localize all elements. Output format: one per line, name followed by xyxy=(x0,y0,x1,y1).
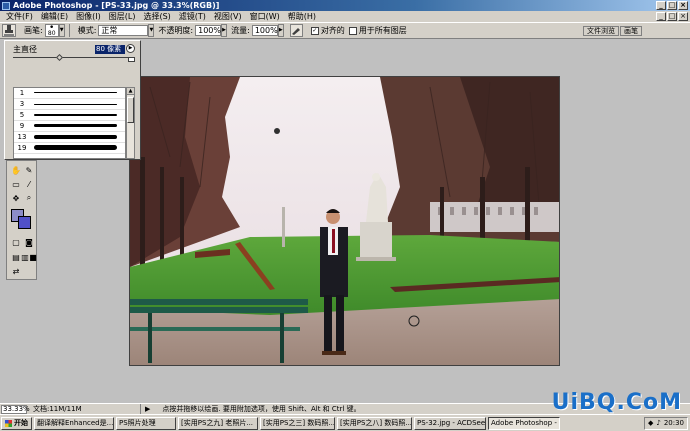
flow-label: 流量: xyxy=(231,26,250,35)
volume-icon[interactable]: ♪ xyxy=(656,418,660,429)
zoom-field[interactable]: 33.33% xyxy=(1,404,30,414)
taskbar: 开始 翻译解释Enhanced是... PS照片处理 [实用PS之九] 老照片.… xyxy=(0,414,690,431)
pan-tool-icon[interactable]: ✥ xyxy=(10,192,22,204)
quick-mask-icon[interactable]: ◙ xyxy=(23,236,35,248)
menu-bar: 文件(F) 编辑(E) 图像(I) 图层(L) 选择(S) 滤镜(T) 视图(V… xyxy=(0,11,690,22)
full-screen-icon[interactable]: ■ xyxy=(27,251,39,263)
separator xyxy=(68,24,70,37)
diameter-value-field[interactable]: 80 像素 xyxy=(95,44,125,54)
taskbar-item[interactable]: PS照片处理 xyxy=(116,416,176,430)
opacity-arrow-icon[interactable]: ▶ xyxy=(221,24,228,37)
menu-view[interactable]: 视图(V) xyxy=(210,11,246,22)
start-button[interactable]: 开始 xyxy=(1,416,32,430)
aligned-label: 对齐的 xyxy=(320,26,345,35)
brush-label: 画笔: xyxy=(24,26,43,35)
watermark-logo: UiBQ.CoM xyxy=(551,390,682,415)
panel-menu-button[interactable]: ▶ xyxy=(126,44,135,53)
clone-source-marker-icon xyxy=(274,128,280,134)
new-preset-button[interactable] xyxy=(128,57,135,62)
airbrush-icon[interactable] xyxy=(289,24,303,37)
zoom-tool-icon[interactable]: ✎ xyxy=(23,164,35,176)
title-bar: Adobe Photoshop - [PS-33.jpg @ 33.3%(RGB… xyxy=(0,0,690,11)
close-button[interactable]: × xyxy=(678,1,688,10)
hand-tool-icon[interactable]: ▭ xyxy=(10,178,22,190)
brush-item[interactable]: 5 xyxy=(14,110,125,121)
standard-mode-icon[interactable]: ▢ xyxy=(10,236,22,248)
opacity-label: 不透明度: xyxy=(158,26,194,35)
options-bar: 画笔: • 80 ▼ 模式: 正常 ▼ 不透明度: 100% ▶ 流量: 100… xyxy=(0,22,690,39)
status-hint: 点按并拖移以绘画. 要用附加选项，使用 Shift、Alt 和 Ctrl 键。 xyxy=(162,405,361,413)
brush-picker-panel: 主直径 80 像素 ▶ 1 3 5 9 13 19 ▲ xyxy=(4,40,141,160)
toolbox: ✋ ✎ ▭ ⁄ ✥ ⌕ ▢ ◙ ▤ ▥ ■ ⇄ xyxy=(6,160,37,280)
window-controls: _ □ × xyxy=(656,1,688,10)
flow-field[interactable]: 100% xyxy=(251,25,278,36)
system-tray: ◆ ♪ 20:30 xyxy=(643,417,688,430)
brush-item[interactable]: 3 xyxy=(14,99,125,110)
taskbar-item[interactable]: 翻译解释Enhanced是... xyxy=(34,416,114,430)
photoshop-icon xyxy=(2,1,10,10)
window-title: Adobe Photoshop - [PS-33.jpg @ 33.3%(RGB… xyxy=(13,1,220,10)
tab-brushes[interactable]: 画笔 xyxy=(620,26,642,36)
all-layers-checkbox[interactable] xyxy=(348,26,357,35)
taskbar-item[interactable]: [实用PS之三] 数码照... xyxy=(260,416,335,430)
lasso-tool-icon[interactable]: ✋ xyxy=(10,164,22,176)
brush-item[interactable]: 9 xyxy=(14,121,125,132)
park-photo xyxy=(130,77,559,365)
doc-close-button[interactable]: × xyxy=(678,12,688,21)
palette-well: 文件浏览 画笔 xyxy=(583,26,642,36)
taskbar-item-active[interactable]: Adobe Photoshop - [PS... xyxy=(488,416,560,430)
brush-dropdown-arrow-icon[interactable]: ▼ xyxy=(58,24,65,37)
brush-item[interactable]: 1 xyxy=(14,88,125,99)
mode-label: 模式: xyxy=(77,26,97,35)
tab-file-browser[interactable]: 文件浏览 xyxy=(583,26,619,36)
menu-file[interactable]: 文件(F) xyxy=(2,11,37,22)
clone-stamp-tool-icon[interactable] xyxy=(2,24,16,37)
minimize-button[interactable]: _ xyxy=(656,1,666,10)
menu-layer[interactable]: 图层(L) xyxy=(105,11,140,22)
windows-logo-icon xyxy=(5,419,12,427)
brush-list: 1 3 5 9 13 19 xyxy=(13,87,126,159)
brush-preview[interactable]: • 80 xyxy=(44,24,59,37)
start-label: 开始 xyxy=(14,419,28,427)
all-layers-label: 用于所有图层 xyxy=(358,26,407,35)
menu-image[interactable]: 图像(I) xyxy=(72,11,105,22)
menu-edit[interactable]: 编辑(E) xyxy=(37,11,72,22)
taskbar-item[interactable]: PS-32.jpg - ACDSee 快... xyxy=(414,416,486,430)
clock[interactable]: 20:30 xyxy=(664,418,684,429)
diameter-label: 主直径 xyxy=(13,44,37,54)
scroll-thumb[interactable] xyxy=(127,97,134,123)
menu-window[interactable]: 窗口(W) xyxy=(246,11,284,22)
menu-select[interactable]: 选择(S) xyxy=(139,11,174,22)
flow-arrow-icon[interactable]: ▶ xyxy=(277,24,284,37)
document-info[interactable]: 文档:11M/11M xyxy=(31,404,141,414)
status-arrow-icon[interactable]: ▶ xyxy=(145,405,150,413)
menu-help[interactable]: 帮助(H) xyxy=(284,11,320,22)
doc-maximize-button[interactable]: □ xyxy=(667,12,677,21)
diameter-row: 主直径 80 像素 xyxy=(13,44,136,54)
brush-item[interactable]: 19 xyxy=(14,143,125,154)
network-icon[interactable]: ◆ xyxy=(648,418,653,429)
taskbar-item[interactable]: [实用PS之八] 数码照... xyxy=(337,416,412,430)
mode-dropdown-arrow-icon[interactable]: ▼ xyxy=(148,24,155,37)
menu-filter[interactable]: 滤镜(T) xyxy=(175,11,210,22)
jump-to-imageready-icon[interactable]: ⇄ xyxy=(10,265,22,277)
magnifier-icon[interactable]: ⌕ xyxy=(23,192,35,204)
maximize-button[interactable]: □ xyxy=(667,1,677,10)
opacity-field[interactable]: 100% xyxy=(195,25,222,36)
brush-list-scrollbar[interactable]: ▲ xyxy=(126,87,135,159)
aligned-checkbox[interactable]: ✓ xyxy=(310,26,319,35)
doc-minimize-button[interactable]: _ xyxy=(656,12,666,21)
brush-item[interactable]: 13 xyxy=(14,132,125,143)
eyedropper-icon[interactable]: ⁄ xyxy=(23,178,35,190)
scroll-up-arrow-icon[interactable]: ▲ xyxy=(127,88,134,95)
image-canvas[interactable] xyxy=(129,76,560,366)
brush-size-value: 80 xyxy=(47,30,56,37)
mode-select[interactable]: 正常 xyxy=(98,25,149,36)
taskbar-item[interactable]: [实用PS之九] 老照片... xyxy=(178,416,258,430)
background-color-swatch[interactable] xyxy=(18,216,31,229)
diameter-slider-track[interactable] xyxy=(13,57,135,58)
document-controls: _ □ × xyxy=(656,12,688,21)
diameter-slider-thumb[interactable] xyxy=(55,53,64,62)
